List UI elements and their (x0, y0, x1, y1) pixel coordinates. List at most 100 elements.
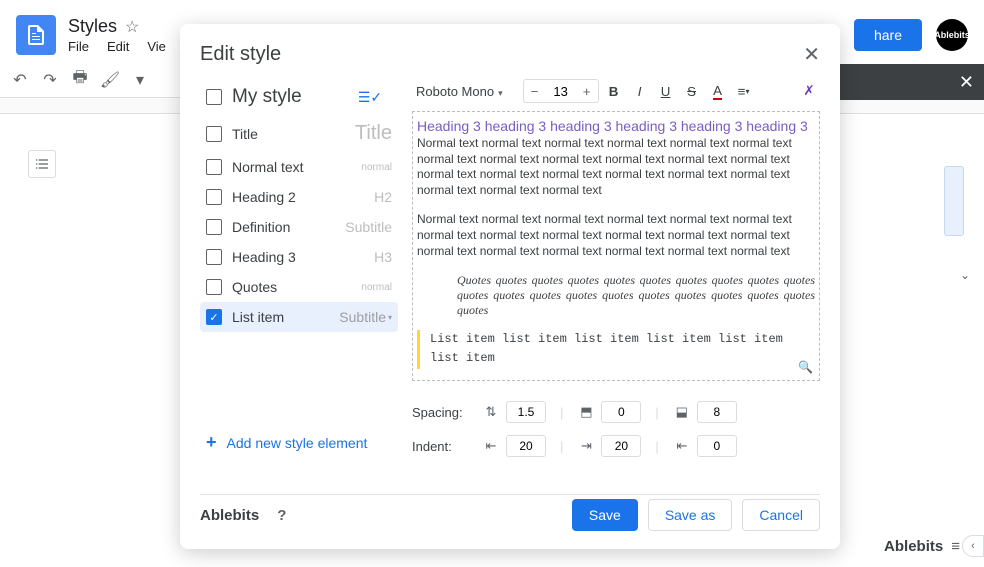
menu-icon[interactable]: ≡ (951, 538, 960, 555)
addon-brand: Ablebits ≡ (884, 538, 960, 555)
cancel-button[interactable]: Cancel (742, 499, 820, 531)
font-size-input[interactable] (546, 84, 576, 99)
style-item-listitem[interactable]: List item Subtitle ▾ (200, 302, 398, 332)
style-label: Quotes (232, 279, 361, 295)
menu-edit[interactable]: Edit (107, 39, 129, 54)
add-style-button[interactable]: + Add new style element (200, 422, 398, 463)
style-tag: normal (361, 162, 392, 173)
checkbox-icon[interactable] (206, 126, 222, 142)
style-label: List item (232, 309, 339, 325)
save-button[interactable]: Save (572, 499, 638, 531)
share-button[interactable]: hare (854, 19, 922, 51)
decrease-size-button[interactable]: − (524, 80, 546, 102)
style-item-normal[interactable]: Normal text normal (200, 152, 398, 182)
style-label: My style (232, 86, 358, 108)
style-tag[interactable]: Subtitle (339, 309, 386, 325)
style-label: Heading 3 (232, 249, 374, 265)
chevron-down-icon[interactable]: ⌄ (960, 268, 970, 282)
checklist-icon[interactable]: ☰✓ (358, 87, 382, 107)
docs-logo-icon[interactable] (16, 15, 56, 55)
style-item-quotes[interactable]: Quotes normal (200, 272, 398, 302)
spacing-before-input[interactable] (601, 401, 641, 423)
style-label: Title (232, 126, 355, 142)
checkbox-icon[interactable] (206, 89, 222, 105)
italic-button[interactable]: I (629, 80, 651, 102)
undo-icon[interactable]: ↶ (8, 68, 32, 92)
font-family-dropdown[interactable]: Roboto Mono (412, 84, 519, 99)
plus-icon: + (206, 432, 217, 453)
indent-left-input[interactable] (506, 435, 546, 457)
spacing-line-input[interactable] (506, 401, 546, 423)
collapse-icon[interactable]: ‹ (962, 535, 984, 557)
magnify-icon[interactable]: 🔍 (798, 360, 813, 374)
style-item-h2[interactable]: Heading 2 H2 (200, 182, 398, 212)
add-style-label: Add new style element (227, 435, 368, 451)
checkbox-icon[interactable] (206, 249, 222, 265)
document-title[interactable]: Styles (68, 16, 117, 37)
close-icon[interactable]: ✕ (959, 72, 974, 93)
style-tag: Subtitle (345, 219, 392, 235)
brand-label: Ablebits (200, 507, 259, 524)
underline-button[interactable]: U (655, 80, 677, 102)
style-item-title[interactable]: Title Title (200, 115, 398, 152)
save-as-button[interactable]: Save as (648, 499, 733, 531)
preview-listitem: List item list item list item list item … (417, 330, 815, 368)
indent-right-icon: ⇤ (673, 438, 691, 454)
indent-label: Indent: (412, 439, 468, 454)
indent-left-icon: ⇤ (482, 438, 500, 454)
indent-row: Indent: ⇤ | ⇥ | ⇤ (412, 435, 820, 457)
style-tag: Title (355, 122, 392, 145)
align-button[interactable]: ≡▾ (733, 80, 755, 102)
style-item-definition[interactable]: Definition Subtitle (200, 212, 398, 242)
indent-first-input[interactable] (601, 435, 641, 457)
side-panel-fragment (944, 166, 964, 236)
font-size-group: − + (523, 79, 599, 103)
style-label: Normal text (232, 159, 361, 175)
outline-icon[interactable] (28, 150, 56, 178)
avatar[interactable]: Ablebits (936, 19, 968, 51)
format-paint-icon[interactable]: 🖌 (98, 68, 122, 92)
brand-text: Ablebits (884, 538, 943, 555)
indent-first-icon: ⇥ (577, 438, 595, 454)
preview-normal2: Normal text normal text normal text norm… (417, 212, 815, 259)
dialog-title: Edit style (200, 43, 281, 66)
style-editor-panel: Roboto Mono − + B I U S A ≡▾ ✗ Heading 3… (412, 79, 820, 488)
preview-normal1: Normal text normal text normal text norm… (417, 136, 815, 198)
chevron-down-icon[interactable]: ▾ (388, 313, 392, 322)
preview-quotes: Quotes quotes quotes quotes quotes quote… (417, 273, 815, 318)
redo-icon[interactable]: ↷ (38, 68, 62, 92)
space-before-icon: ⬒ (577, 404, 595, 420)
preview-area: Heading 3 heading 3 heading 3 heading 3 … (412, 111, 820, 381)
style-label: Heading 2 (232, 189, 374, 205)
indent-right-input[interactable] (697, 435, 737, 457)
bold-button[interactable]: B (603, 80, 625, 102)
text-color-button[interactable]: A (707, 80, 729, 102)
checkbox-icon[interactable] (206, 159, 222, 175)
spacing-row: Spacing: ⇅ | ⬒ | ⬓ (412, 401, 820, 423)
zoom-icon[interactable]: ▾ (128, 68, 152, 92)
spacing-label: Spacing: (412, 405, 468, 420)
menu-view[interactable]: Vie (147, 39, 166, 54)
checkbox-icon[interactable] (206, 189, 222, 205)
strikethrough-button[interactable]: S (681, 80, 703, 102)
style-item-mystyle[interactable]: My style ☰✓ (200, 79, 398, 115)
spacing-after-input[interactable] (697, 401, 737, 423)
close-icon[interactable]: ✕ (803, 42, 820, 67)
print-icon[interactable]: 🖶 (68, 68, 92, 92)
style-tag: H3 (374, 249, 392, 265)
clear-format-icon[interactable]: ✗ (798, 80, 820, 102)
format-toolbar: Roboto Mono − + B I U S A ≡▾ ✗ (412, 79, 820, 103)
star-icon[interactable]: ☆ (125, 17, 139, 37)
help-button[interactable]: ? (277, 507, 286, 524)
preview-heading3: Heading 3 heading 3 heading 3 heading 3 … (417, 118, 815, 134)
line-spacing-icon: ⇅ (482, 404, 500, 420)
style-item-h3[interactable]: Heading 3 H3 (200, 242, 398, 272)
checkbox-icon[interactable] (206, 219, 222, 235)
checkbox-icon[interactable] (206, 279, 222, 295)
increase-size-button[interactable]: + (576, 80, 598, 102)
checkbox-icon[interactable] (206, 309, 222, 325)
space-after-icon: ⬓ (673, 404, 691, 420)
dialog-footer: Ablebits ? Save Save as Cancel (200, 494, 820, 531)
style-list: My style ☰✓ Title Title Normal text norm… (200, 79, 398, 488)
menu-file[interactable]: File (68, 39, 89, 54)
